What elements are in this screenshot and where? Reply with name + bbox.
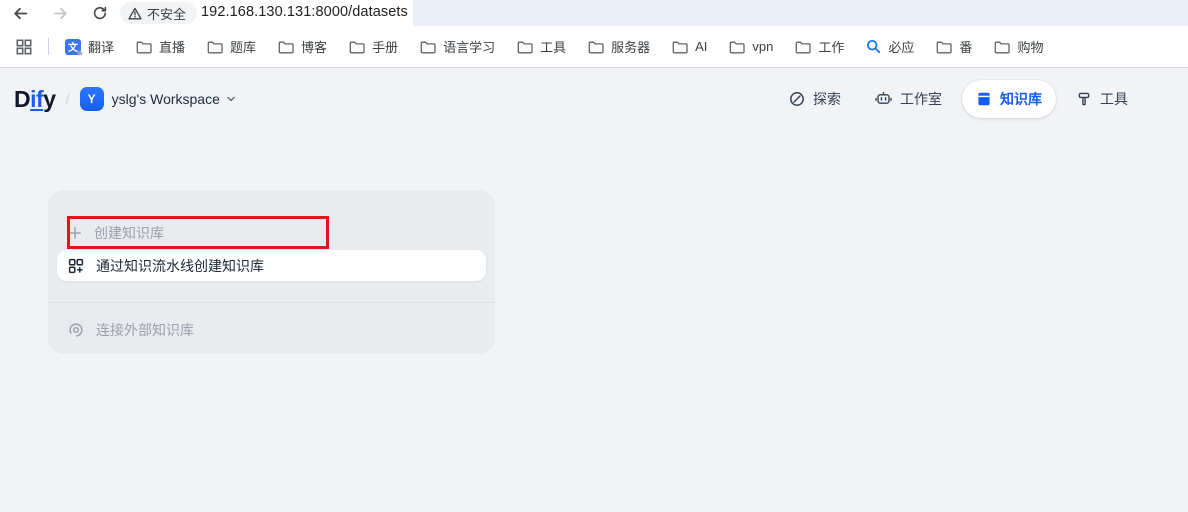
bookmark-blog[interactable]: 博客 <box>278 37 327 56</box>
folder-icon <box>420 40 436 54</box>
bookmarks-bar: 文★ 翻译 直播 题库 博客 手册 语言学习 工具 服务器 AI vpn 工作 <box>0 26 1188 68</box>
nav-knowledge-label: 知识库 <box>1000 89 1042 109</box>
bookmark-ai[interactable]: AI <box>672 39 707 54</box>
create-from-pipeline-label: 通过知识流水线创建知识库 <box>96 256 264 276</box>
nav-tools[interactable]: 工具 <box>1062 80 1142 118</box>
folder-icon <box>349 40 365 54</box>
search-icon <box>866 39 881 54</box>
app-header: Dify / Y yslg's Workspace 探索 <box>0 79 1188 119</box>
bookmark-question-bank[interactable]: 题库 <box>207 37 256 56</box>
explore-icon <box>789 91 805 107</box>
folder-icon <box>207 40 223 54</box>
nav-studio-label: 工作室 <box>900 89 942 109</box>
toolbar-background <box>413 0 1188 26</box>
dify-page: Dify / Y yslg's Workspace 探索 <box>0 69 1188 512</box>
security-badge-label: 不安全 <box>147 4 186 23</box>
chevron-down-icon <box>225 93 237 105</box>
folder-icon <box>795 40 811 54</box>
create-knowledge-button[interactable]: 创建知识库 <box>68 217 475 249</box>
card-divider <box>48 302 495 303</box>
connect-external-kb-button[interactable]: 连接外部知识库 <box>68 314 475 346</box>
nav-tools-label: 工具 <box>1100 89 1128 109</box>
create-from-pipeline-button[interactable]: 通过知识流水线创建知识库 <box>57 250 486 281</box>
star-icon: ★ <box>77 49 84 58</box>
warning-triangle-icon <box>128 7 142 20</box>
nav-knowledge[interactable]: 知识库 <box>962 80 1056 118</box>
folder-icon <box>994 40 1010 54</box>
knowledge-book-icon <box>976 91 992 107</box>
browser-toolbar: 不安全 192.168.130.131:8000/datasets <box>0 0 1188 26</box>
external-knowledge-icon <box>68 322 84 338</box>
bookmark-language-learning[interactable]: 语言学习 <box>420 37 495 56</box>
nav-explore[interactable]: 探索 <box>775 80 855 118</box>
browser-back-button[interactable] <box>6 0 34 26</box>
main-nav: 探索 工作室 知识库 工具 <box>775 80 1142 118</box>
folder-icon <box>672 40 688 54</box>
back-arrow-icon <box>12 5 29 22</box>
workspace-selector[interactable]: Y yslg's Workspace <box>80 87 237 111</box>
connect-external-kb-label: 连接外部知识库 <box>96 320 194 340</box>
bookmark-shopping[interactable]: 购物 <box>994 37 1043 56</box>
folder-icon <box>278 40 294 54</box>
bookmark-vpn[interactable]: vpn <box>729 39 773 54</box>
bookmark-tools[interactable]: 工具 <box>517 37 566 56</box>
nav-studio[interactable]: 工作室 <box>861 80 956 118</box>
workspace-name: yslg's Workspace <box>112 91 220 107</box>
folder-icon <box>729 40 745 54</box>
bookmark-bing[interactable]: 必应 <box>866 37 914 56</box>
tools-icon <box>1076 91 1092 107</box>
browser-forward-button[interactable] <box>46 0 74 26</box>
forward-arrow-icon <box>52 5 69 22</box>
breadcrumb-separator: / <box>65 91 69 108</box>
apps-grid-icon[interactable] <box>12 35 36 59</box>
bookmark-translate[interactable]: 文★ 翻译 <box>65 37 114 56</box>
folder-icon <box>136 40 152 54</box>
bookmarks-divider <box>48 38 49 55</box>
bookmark-fan[interactable]: 番 <box>936 37 972 56</box>
bookmark-work[interactable]: 工作 <box>795 37 844 56</box>
create-knowledge-card: 创建知识库 通过知识流水线创建知识库 连接外部知识库 <box>48 190 495 354</box>
plus-icon <box>68 226 82 240</box>
browser-refresh-button[interactable] <box>86 0 114 26</box>
address-bar-url[interactable]: 192.168.130.131:8000/datasets <box>201 0 408 26</box>
folder-icon <box>588 40 604 54</box>
nav-explore-label: 探索 <box>813 89 841 109</box>
translate-icon: 文★ <box>65 39 81 55</box>
robot-icon <box>875 91 892 107</box>
bookmark-server[interactable]: 服务器 <box>588 37 650 56</box>
workspace-avatar: Y <box>80 87 104 111</box>
create-knowledge-label: 创建知识库 <box>94 223 164 243</box>
pipeline-blocks-icon <box>68 258 84 274</box>
folder-icon <box>517 40 533 54</box>
site-security-badge[interactable]: 不安全 <box>120 2 197 24</box>
folder-icon <box>936 40 952 54</box>
dify-logo[interactable]: Dify <box>14 86 55 113</box>
refresh-icon <box>92 5 108 21</box>
bookmark-manual[interactable]: 手册 <box>349 37 398 56</box>
bookmark-live[interactable]: 直播 <box>136 37 185 56</box>
